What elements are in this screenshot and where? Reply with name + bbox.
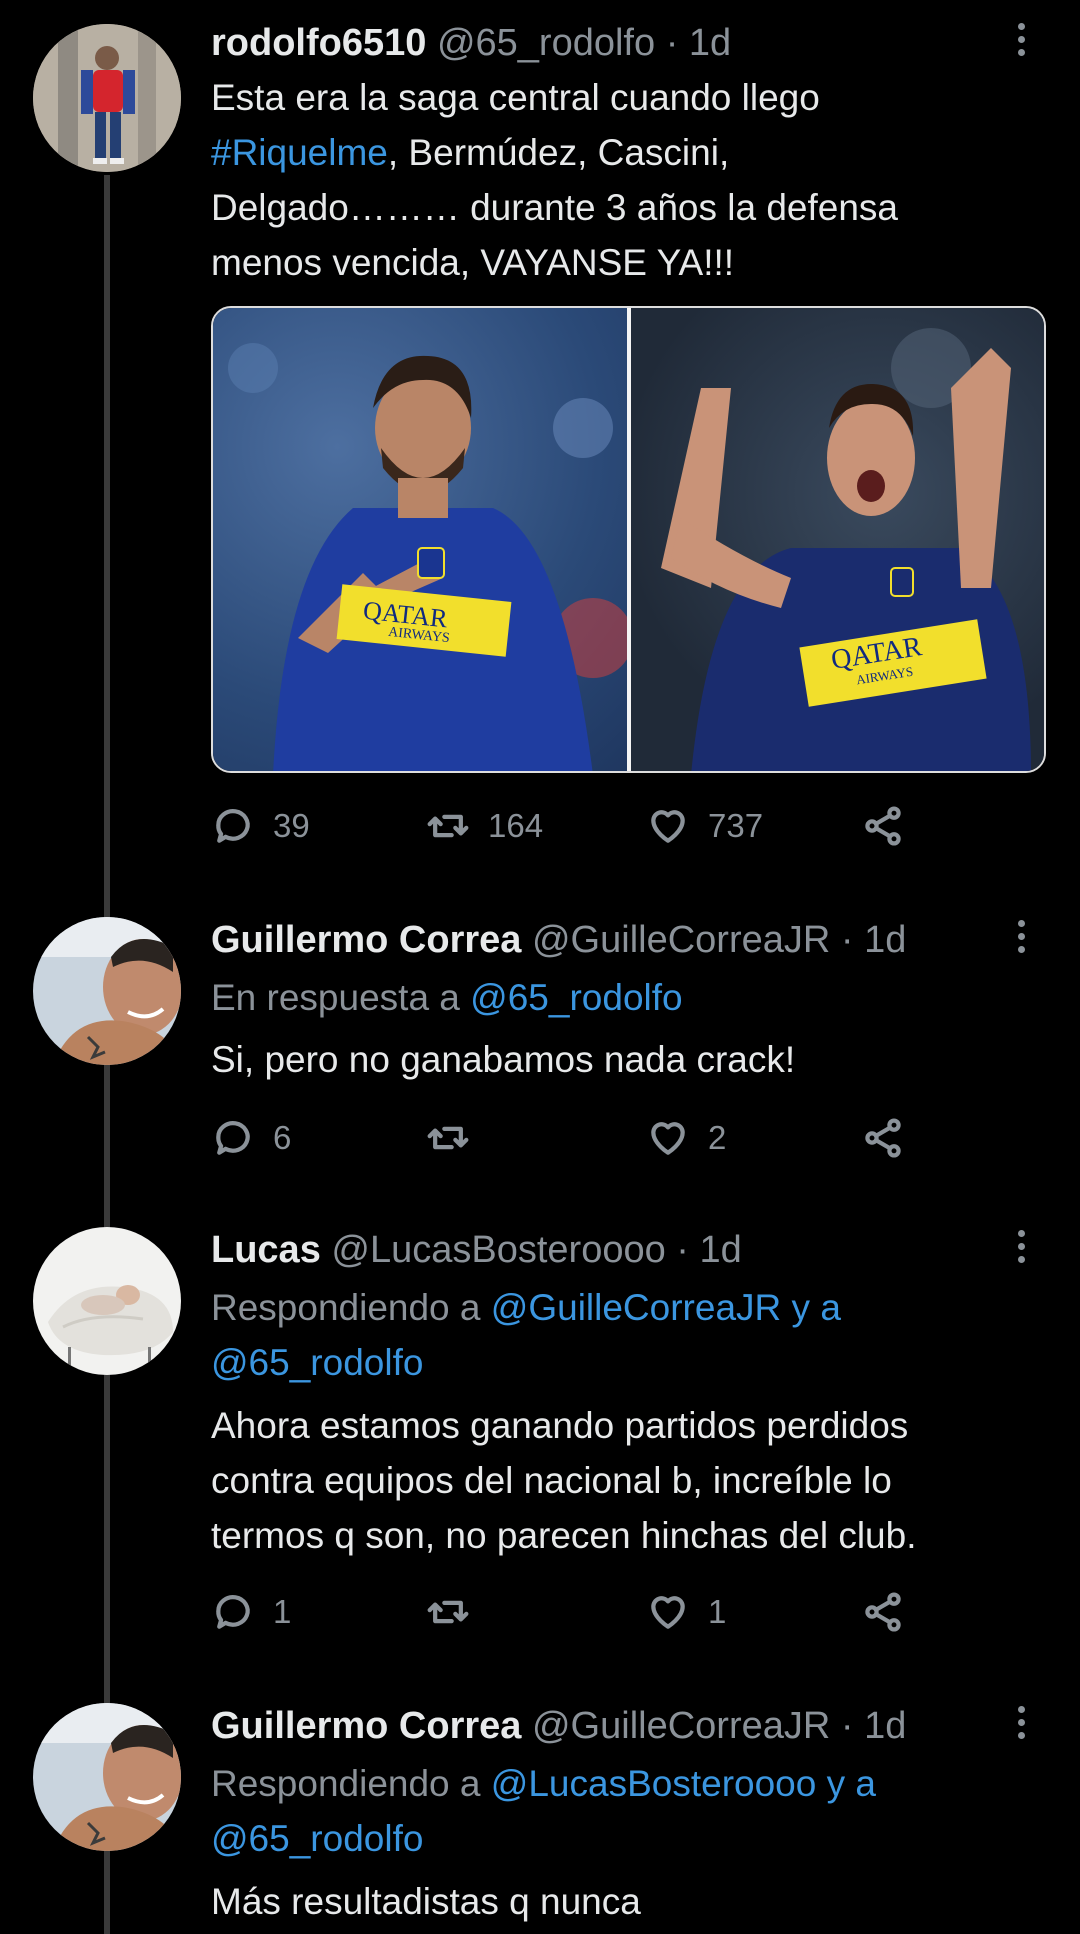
avatar[interactable] (33, 1227, 181, 1375)
share-button[interactable] (861, 1116, 905, 1160)
photo-2[interactable]: QATAR AIRWAYS (631, 308, 1044, 771)
tweet-4[interactable]: Guillermo Correa @GuilleCorreaJR · 1d Re… (0, 1686, 1080, 1934)
reply-button[interactable]: 39 (211, 804, 310, 848)
heart-icon (651, 810, 685, 843)
avatar[interactable] (33, 917, 181, 1065)
tweet-actions: 1 1 (211, 1590, 931, 1640)
share-icon (865, 1592, 901, 1632)
share-icon (865, 806, 901, 846)
tweet-media[interactable]: QATAR AIRWAYS QATAR AIRWAYS (211, 306, 1046, 773)
tweet-3[interactable]: Lucas @LucasBosteroooo · 1d Respondiendo… (0, 1210, 1080, 1690)
like-count: 2 (708, 1119, 727, 1156)
retweet-icon (427, 814, 469, 838)
retweet-count: 164 (488, 807, 544, 844)
reply-icon (216, 1121, 250, 1155)
reply-count: 1 (273, 1593, 292, 1630)
reply-context: Respondiendo a @LucasBosteroooo y a @65_… (211, 1763, 876, 1859)
author-name[interactable]: Guillermo Correa (211, 1705, 521, 1747)
like-count: 1 (708, 1593, 727, 1630)
avatar[interactable] (33, 24, 181, 172)
share-button[interactable] (861, 1590, 905, 1634)
reply-context: En respuesta a @65_rodolfo (211, 977, 683, 1018)
timestamp[interactable]: · 1d (841, 919, 906, 961)
reply-icon (216, 809, 250, 843)
retweet-button[interactable] (426, 1116, 470, 1160)
tweet-header: Lucas @LucasBosteroooo · 1d (211, 1227, 742, 1273)
author-name[interactable]: rodolfo6510 (211, 22, 426, 64)
like-button[interactable]: 1 (646, 1590, 726, 1634)
retweet-button[interactable] (426, 1590, 470, 1634)
timestamp[interactable]: · 1d (676, 1229, 741, 1271)
timestamp[interactable]: · 1d (666, 22, 731, 64)
tweet-text: Si, pero no ganabamos nada crack! (211, 1039, 796, 1080)
reply-context: Respondiendo a @GuilleCorreaJR y a @65_r… (211, 1287, 841, 1383)
mention-link[interactable]: @65_rodolfo (211, 1818, 423, 1859)
share-icon (865, 1118, 901, 1158)
like-button[interactable]: 737 (646, 804, 763, 848)
avatar[interactable] (33, 1703, 181, 1851)
more-vertical-icon[interactable] (1018, 920, 1028, 959)
hashtag-link[interactable]: #Riquelme (211, 132, 388, 173)
tweet-2[interactable]: Guillermo Correa @GuilleCorreaJR · 1d En… (0, 900, 1080, 1210)
tweet-actions: 39 164 737 (211, 804, 931, 854)
mention-link[interactable]: @GuilleCorreaJR y a (491, 1287, 841, 1328)
like-button[interactable]: 2 (646, 1116, 726, 1160)
retweet-button[interactable]: 164 (426, 804, 543, 848)
share-button[interactable] (861, 804, 905, 848)
mention-link[interactable]: @65_rodolfo (211, 1342, 423, 1383)
author-handle[interactable]: @LucasBosteroooo (331, 1229, 665, 1271)
photo-1[interactable]: QATAR AIRWAYS (213, 308, 627, 771)
author-handle[interactable]: @GuilleCorreaJR (532, 1705, 830, 1747)
tweet-header: rodolfo6510 @65_rodolfo · 1d (211, 20, 731, 66)
tweet-header: Guillermo Correa @GuilleCorreaJR · 1d (211, 917, 906, 963)
author-name[interactable]: Lucas (211, 1229, 321, 1271)
reply-icon (216, 1595, 250, 1629)
retweet-icon (427, 1126, 469, 1150)
reply-button[interactable]: 6 (211, 1116, 291, 1160)
retweet-icon (427, 1600, 469, 1624)
author-name[interactable]: Guillermo Correa (211, 919, 521, 961)
mention-link[interactable]: @65_rodolfo (470, 977, 682, 1018)
tweet-text: Ahora estamos ganando partidos perdidos … (211, 1405, 917, 1556)
author-handle[interactable]: @GuilleCorreaJR (532, 919, 830, 961)
tweet-text: Esta era la saga central cuando llego #R… (211, 77, 898, 283)
more-vertical-icon[interactable] (1018, 1230, 1028, 1269)
tweet-actions: 6 2 (211, 1116, 931, 1166)
author-handle[interactable]: @65_rodolfo (437, 22, 655, 64)
reply-count: 39 (273, 807, 310, 844)
mention-link[interactable]: @LucasBosteroooo y a (491, 1763, 876, 1804)
tweet-1[interactable]: rodolfo6510 @65_rodolfo · 1d Esta era la… (0, 0, 1080, 900)
heart-icon (651, 1122, 685, 1155)
more-vertical-icon[interactable] (1018, 23, 1028, 62)
like-count: 737 (708, 807, 764, 844)
timestamp[interactable]: · 1d (841, 1705, 906, 1747)
tweet-text: Más resultadistas q nunca (211, 1881, 641, 1922)
more-vertical-icon[interactable] (1018, 1706, 1028, 1745)
reply-button[interactable]: 1 (211, 1590, 291, 1634)
tweet-header: Guillermo Correa @GuilleCorreaJR · 1d (211, 1703, 906, 1749)
reply-count: 6 (273, 1119, 292, 1156)
heart-icon (651, 1596, 685, 1629)
